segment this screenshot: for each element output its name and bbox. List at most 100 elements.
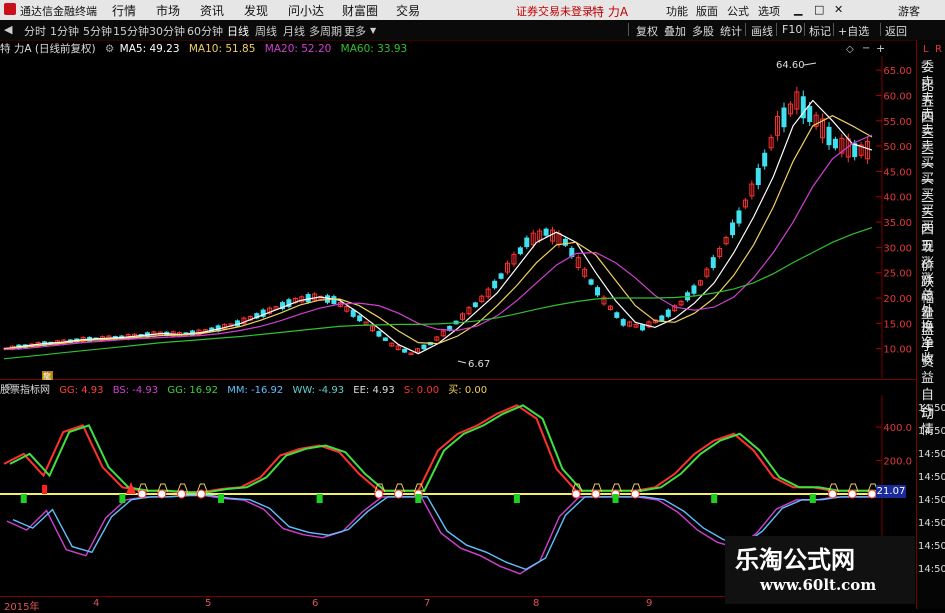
- nav-back-icon[interactable]: ◀: [4, 23, 12, 36]
- menu-faxian[interactable]: 发现: [244, 2, 268, 19]
- green-bar: [809, 494, 816, 503]
- y-tick-label: 30.00: [883, 243, 912, 254]
- green-bar: [119, 494, 126, 503]
- green-bar: [316, 494, 323, 503]
- tool-diejia[interactable]: 叠加: [664, 23, 686, 39]
- x-tick: 9: [646, 598, 653, 609]
- x-tick: 8: [533, 598, 540, 609]
- signal-circle: [196, 489, 206, 499]
- menu-hangqing[interactable]: 行情: [112, 2, 136, 19]
- time-label: 14:50: [918, 495, 945, 506]
- signal-circle: [867, 489, 877, 499]
- separator: [776, 23, 777, 36]
- menu-zixun[interactable]: 资讯: [200, 2, 224, 19]
- period-60min[interactable]: 60分钟: [187, 23, 223, 39]
- candle-body: [472, 302, 478, 308]
- diamond-icon[interactable]: ◇: [846, 44, 854, 55]
- sidebar-earnings[interactable]: 收益: [921, 348, 945, 386]
- candle-body: [730, 222, 736, 236]
- menu-gongneng[interactable]: 功能: [666, 3, 688, 19]
- plus-icon[interactable]: +: [876, 42, 885, 55]
- more-chevron-icon[interactable]: ▼: [370, 26, 376, 35]
- login-notice[interactable]: 证券交易未登录: [516, 3, 593, 19]
- candle-body: [807, 106, 813, 122]
- candle-body: [421, 344, 427, 350]
- candle-body: [543, 228, 549, 236]
- candle-body: [498, 273, 504, 279]
- signal-circle: [137, 489, 147, 499]
- signal-circle: [630, 489, 640, 499]
- watermark-url: www.60lt.com: [760, 576, 877, 594]
- menu-xuanxiang[interactable]: 选项: [758, 3, 780, 19]
- candle-body: [755, 167, 761, 185]
- green-bar: [612, 494, 619, 503]
- tool-fuquan[interactable]: 复权: [636, 23, 658, 39]
- candle-body: [781, 107, 787, 128]
- candle-body: [524, 237, 530, 248]
- ma5-value: MA5: 49.23: [119, 43, 180, 55]
- period-15min[interactable]: 15分钟: [113, 23, 149, 39]
- y-tick-label: 60.00: [883, 91, 912, 102]
- menu-wenxiaoda[interactable]: 问小达: [288, 2, 324, 19]
- close-icon[interactable]: ✕: [834, 3, 843, 16]
- guest-user[interactable]: 游客: [898, 3, 920, 19]
- low-pointer: [457, 360, 467, 364]
- tool-duogu[interactable]: 多股: [692, 23, 714, 39]
- period-more[interactable]: 更多: [344, 23, 366, 39]
- candlestick-chart[interactable]: 65.00 60.00 55.00 50.00 45.00 40.00 35.00 30.00…: [0, 56, 916, 380]
- separator: [833, 23, 834, 36]
- menu-caifuquan[interactable]: 财富圈: [342, 2, 378, 19]
- tool-f10[interactable]: F10: [782, 23, 802, 36]
- stock-title: 特 力A: [592, 5, 629, 19]
- tool-fanhui[interactable]: 返回: [885, 23, 907, 39]
- y-tick-label: 15.00: [883, 319, 912, 330]
- maximize-icon[interactable]: □: [814, 3, 824, 16]
- sidebar-corner-r: R: [935, 44, 942, 55]
- menu-jiaoyi[interactable]: 交易: [396, 2, 420, 19]
- period-weekly[interactable]: 周线: [255, 23, 277, 39]
- title-bar: 通达信金融终端 行情 市场 资讯 发现 问小达 财富圈 交易 证券交易未登录 特…: [0, 0, 945, 20]
- tool-huaxian[interactable]: 画线: [751, 23, 773, 39]
- candle-body: [517, 247, 523, 255]
- signal-circle: [591, 489, 601, 499]
- period-daily[interactable]: 日线: [227, 23, 249, 39]
- x-tick: 5: [205, 598, 212, 609]
- candle-body: [710, 257, 716, 269]
- separator: [804, 23, 805, 36]
- time-column: 14:50 14:50 14:50 14:50 14:50 14:50 14:5…: [918, 403, 945, 587]
- candle-body: [614, 312, 620, 318]
- watermark-logo: 乐淘公式网: [735, 545, 855, 574]
- time-label: 14:50: [918, 518, 945, 529]
- sub-y-tick-label: 200.0: [883, 457, 912, 468]
- menu-shichang[interactable]: 市场: [156, 2, 180, 19]
- period-30min[interactable]: 30分钟: [149, 23, 185, 39]
- tool-zixuan[interactable]: +自选: [838, 23, 869, 39]
- candle-body: [305, 294, 311, 303]
- menu-banmian[interactable]: 版面: [696, 3, 718, 19]
- period-monthly[interactable]: 月线: [283, 23, 305, 39]
- menu-gongshi[interactable]: 公式: [727, 3, 749, 19]
- low-price-label: 6.67: [468, 359, 490, 370]
- tool-biaoji[interactable]: 标记: [809, 23, 831, 39]
- settings-gear-icon[interactable]: ⚙: [105, 43, 114, 55]
- tool-tongji[interactable]: 统计: [720, 23, 742, 39]
- candle-body: [852, 143, 858, 158]
- signal-circle: [157, 489, 167, 499]
- candle-body: [659, 315, 665, 322]
- sub-settings-icon[interactable]: ⚙: [5, 383, 13, 393]
- y-tick-label: 65.00: [883, 66, 912, 77]
- minus-icon[interactable]: −: [862, 43, 870, 54]
- separator: [745, 23, 746, 36]
- ma60-value: MA60: 33.93: [340, 43, 408, 55]
- minimize-icon[interactable]: ▁: [794, 3, 802, 16]
- ma20-value: MA20: 52.20: [264, 43, 332, 55]
- period-1min[interactable]: 1分钟: [50, 23, 79, 39]
- period-fenshi[interactable]: 分时: [24, 23, 46, 39]
- ma20-line: [3, 134, 873, 351]
- candle-body: [492, 280, 498, 289]
- separator: [880, 23, 881, 36]
- candle-body: [832, 138, 838, 149]
- period-multi[interactable]: 多周期: [309, 23, 342, 39]
- candle-body: [382, 337, 388, 341]
- period-5min[interactable]: 5分钟: [83, 23, 112, 39]
